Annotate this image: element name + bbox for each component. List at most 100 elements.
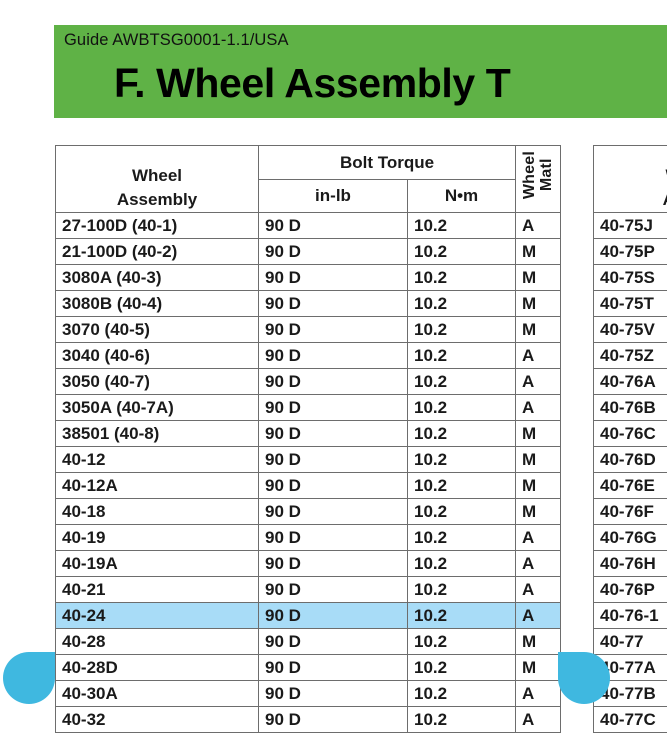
cell-n-m: 10.2 bbox=[407, 602, 516, 629]
cell-wheel-assembly: 40-19A bbox=[55, 550, 259, 577]
table-row[interactable]: 3080B (40-4) 90 D 10.2 M bbox=[55, 290, 561, 317]
cell-wheel-assembly: 40-28 bbox=[55, 628, 259, 655]
wheel-assembly-table-left[interactable]: Wheel Assembly Bolt Torque Wheel Matl in… bbox=[55, 145, 561, 733]
cell-n-m: 10.2 bbox=[407, 316, 516, 343]
table-row[interactable]: 40-12A 90 D 10.2 M bbox=[55, 472, 561, 499]
cell-wheel-assembly: 40-77 bbox=[593, 628, 667, 655]
table-row[interactable]: 40-76G bbox=[593, 524, 667, 551]
table-row[interactable]: 3050 (40-7) 90 D 10.2 A bbox=[55, 368, 561, 395]
column-header-bolt-torque: Bolt Torque bbox=[258, 145, 516, 180]
cell-wheel-matl: A bbox=[515, 550, 561, 577]
cell-wheel-assembly: 3080A (40-3) bbox=[55, 264, 259, 291]
cell-n-m: 10.2 bbox=[407, 420, 516, 447]
table-row[interactable]: 40-76E bbox=[593, 472, 667, 499]
table-row[interactable]: 40-76D bbox=[593, 446, 667, 473]
cell-n-m: 10.2 bbox=[407, 238, 516, 265]
table-row[interactable]: 40-12 90 D 10.2 M bbox=[55, 446, 561, 473]
column-header-wheel-assembly-right: W As bbox=[593, 145, 667, 213]
selection-handle-right-icon[interactable] bbox=[558, 652, 610, 704]
table-row[interactable]: 40-32 90 D 10.2 A bbox=[55, 706, 561, 733]
cell-n-m: 10.2 bbox=[407, 628, 516, 655]
cell-wheel-assembly: 40-76-1 bbox=[593, 602, 667, 629]
cell-n-m: 10.2 bbox=[407, 498, 516, 525]
header-right-line-2: As bbox=[663, 190, 667, 209]
cell-in-lb: 90 D bbox=[258, 550, 408, 577]
cell-wheel-assembly: 40-12A bbox=[55, 472, 259, 499]
table-row[interactable]: 40-18 90 D 10.2 M bbox=[55, 498, 561, 525]
cell-in-lb: 90 D bbox=[258, 680, 408, 707]
table-row[interactable]: 21-100D (40-2) 90 D 10.2 M bbox=[55, 238, 561, 265]
table-row[interactable]: 40-76F bbox=[593, 498, 667, 525]
cell-n-m: 10.2 bbox=[407, 446, 516, 473]
table-row[interactable]: 40-19A 90 D 10.2 A bbox=[55, 550, 561, 577]
table-body-left: 27-100D (40-1) 90 D 10.2 A 21-100D (40-2) 90 … bbox=[55, 212, 561, 733]
cell-wheel-matl: A bbox=[515, 212, 561, 239]
cell-in-lb: 90 D bbox=[258, 368, 408, 395]
table-row[interactable]: 40-76H bbox=[593, 550, 667, 577]
table-row[interactable]: 3040 (40-6) 90 D 10.2 A bbox=[55, 342, 561, 369]
cell-in-lb: 90 D bbox=[258, 498, 408, 525]
cell-n-m: 10.2 bbox=[407, 550, 516, 577]
table-row[interactable]: 40-75V bbox=[593, 316, 667, 343]
table-row[interactable]: 3050A (40-7A) 90 D 10.2 A bbox=[55, 394, 561, 421]
cell-in-lb: 90 D bbox=[258, 264, 408, 291]
table-row[interactable]: 40-21 90 D 10.2 A bbox=[55, 576, 561, 603]
cell-wheel-assembly: 40-77C bbox=[593, 706, 667, 733]
cell-in-lb: 90 D bbox=[258, 654, 408, 681]
cell-in-lb: 90 D bbox=[258, 290, 408, 317]
cell-wheel-matl: M bbox=[515, 316, 561, 343]
table-row[interactable]: 40-75T bbox=[593, 290, 667, 317]
cell-wheel-assembly: 40-76B bbox=[593, 394, 667, 421]
cell-wheel-matl: A bbox=[515, 602, 561, 629]
cell-wheel-assembly: 40-18 bbox=[55, 498, 259, 525]
cell-n-m: 10.2 bbox=[407, 290, 516, 317]
table-row[interactable]: 40-28D 90 D 10.2 M bbox=[55, 654, 561, 681]
column-header-wheel-assembly: Wheel Assembly bbox=[55, 145, 259, 213]
cell-wheel-assembly: 40-75J bbox=[593, 212, 667, 239]
cell-wheel-matl: M bbox=[515, 290, 561, 317]
cell-wheel-matl: M bbox=[515, 472, 561, 499]
cell-wheel-assembly: 40-75T bbox=[593, 290, 667, 317]
table-row[interactable]: 40-77C bbox=[593, 706, 667, 733]
cell-wheel-matl: M bbox=[515, 264, 561, 291]
cell-wheel-matl: A bbox=[515, 394, 561, 421]
selection-handle-left-icon[interactable] bbox=[3, 652, 55, 704]
cell-wheel-assembly: 40-76A bbox=[593, 368, 667, 395]
table-row[interactable]: 40-76B bbox=[593, 394, 667, 421]
cell-wheel-assembly: 40-75P bbox=[593, 238, 667, 265]
cell-wheel-assembly: 40-76H bbox=[593, 550, 667, 577]
table-row[interactable]: 3070 (40-5) 90 D 10.2 M bbox=[55, 316, 561, 343]
cell-in-lb: 90 D bbox=[258, 420, 408, 447]
table-body-right: 40-75J 40-75P 40-75S 40-75T 40-75V 40-75Z 40-7… bbox=[593, 212, 667, 733]
table-row[interactable]: 40-76P bbox=[593, 576, 667, 603]
cell-in-lb: 90 D bbox=[258, 602, 408, 629]
cell-wheel-assembly: 21-100D (40-2) bbox=[55, 238, 259, 265]
cell-wheel-matl: A bbox=[515, 680, 561, 707]
table-row[interactable]: 40-77 bbox=[593, 628, 667, 655]
cell-n-m: 10.2 bbox=[407, 342, 516, 369]
column-header-in-lb: in-lb bbox=[258, 178, 408, 213]
table-row[interactable]: 40-75S bbox=[593, 264, 667, 291]
cell-wheel-matl: M bbox=[515, 628, 561, 655]
cell-wheel-assembly: 40-76P bbox=[593, 576, 667, 603]
table-row[interactable]: 40-76C bbox=[593, 420, 667, 447]
cell-wheel-assembly: 3080B (40-4) bbox=[55, 290, 259, 317]
cell-wheel-assembly: 3050 (40-7) bbox=[55, 368, 259, 395]
table-row[interactable]: 40-24 90 D 10.2 A bbox=[55, 602, 561, 629]
cell-wheel-assembly: 40-75Z bbox=[593, 342, 667, 369]
table-row[interactable]: 40-76A bbox=[593, 368, 667, 395]
table-row[interactable]: 40-28 90 D 10.2 M bbox=[55, 628, 561, 655]
table-row[interactable]: 3080A (40-3) 90 D 10.2 M bbox=[55, 264, 561, 291]
cell-wheel-matl: A bbox=[515, 342, 561, 369]
table-row[interactable]: 40-30A 90 D 10.2 A bbox=[55, 680, 561, 707]
table-row[interactable]: 40-76-1 bbox=[593, 602, 667, 629]
table-row[interactable]: 40-75Z bbox=[593, 342, 667, 369]
table-row[interactable]: 38501 (40-8) 90 D 10.2 M bbox=[55, 420, 561, 447]
wheel-assembly-table-right[interactable]: W As 40-75J40-75P40-75S40-75T40-75V40-75… bbox=[593, 145, 667, 733]
cell-in-lb: 90 D bbox=[258, 472, 408, 499]
table-row[interactable]: 27-100D (40-1) 90 D 10.2 A bbox=[55, 212, 561, 239]
table-row[interactable]: 40-19 90 D 10.2 A bbox=[55, 524, 561, 551]
table-row[interactable]: 40-75J bbox=[593, 212, 667, 239]
table-row[interactable]: 40-75P bbox=[593, 238, 667, 265]
guide-number-label: Guide AWBTSG0001-1.1/USA bbox=[64, 31, 289, 49]
